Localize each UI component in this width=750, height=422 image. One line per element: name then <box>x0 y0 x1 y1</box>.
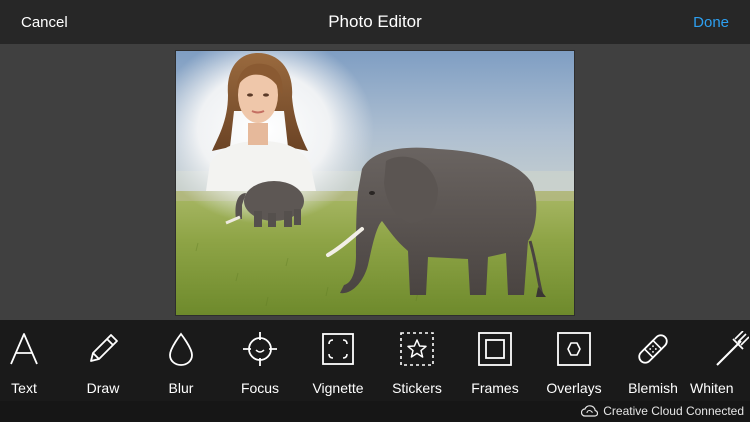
tool-stickers[interactable]: Stickers <box>378 320 456 401</box>
tool-blur[interactable]: Blur <box>142 320 220 401</box>
tool-overlays[interactable]: Overlays <box>535 320 613 401</box>
tools-toolbar: Text Draw Blur Focus Vignette Stickers F… <box>0 320 750 401</box>
tool-blemish[interactable]: Blemish <box>614 320 692 401</box>
bandage-icon <box>635 331 671 367</box>
crosshair-icon <box>242 331 278 367</box>
star-sticker-icon <box>399 331 435 367</box>
photo-image <box>176 51 574 315</box>
creative-cloud-status: Creative Cloud Connected <box>581 404 744 418</box>
tool-draw[interactable]: Draw <box>64 320 142 401</box>
done-button[interactable]: Done <box>693 14 729 31</box>
creative-cloud-icon <box>581 405 599 417</box>
hexagon-overlay-icon <box>556 331 592 367</box>
tool-whiten[interactable]: Whiten <box>690 320 750 401</box>
photo-preview[interactable] <box>176 51 574 315</box>
page-title: Photo Editor <box>328 12 422 31</box>
tool-label: Blemish <box>628 380 678 396</box>
vignette-icon <box>320 331 356 367</box>
text-icon <box>6 331 42 367</box>
toothbrush-icon <box>713 331 749 367</box>
editor-canvas <box>0 44 750 320</box>
top-bar: Cancel Photo Editor Done <box>0 0 750 44</box>
creative-cloud-label: Creative Cloud Connected <box>603 404 744 418</box>
tool-focus[interactable]: Focus <box>221 320 299 401</box>
tool-vignette[interactable]: Vignette <box>299 320 377 401</box>
frame-icon <box>477 331 513 367</box>
tool-frames[interactable]: Frames <box>456 320 534 401</box>
drop-icon <box>163 331 199 367</box>
status-bar: Creative Cloud Connected <box>0 401 750 422</box>
tool-label: Whiten <box>690 380 734 396</box>
pencil-icon <box>85 331 121 367</box>
